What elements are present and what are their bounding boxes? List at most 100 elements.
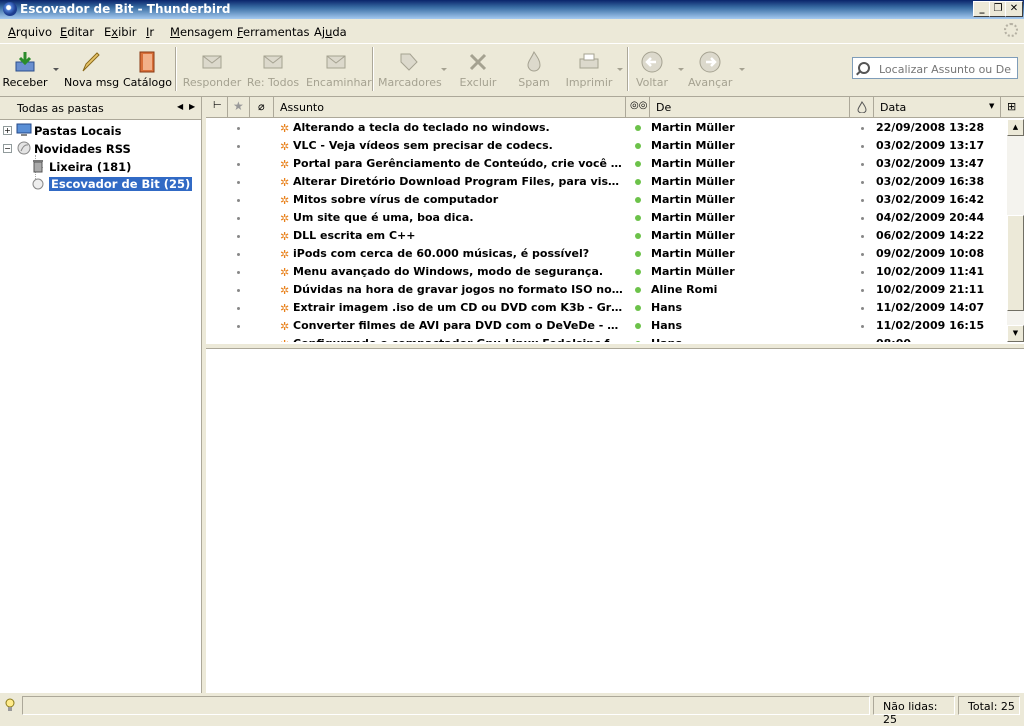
table-row[interactable]: ✲ Dúvidas na hora de gravar jogos no form… <box>206 281 1007 299</box>
rss-item-icon: ✲ <box>280 302 290 315</box>
forward-button[interactable]: Encaminhar <box>306 44 372 94</box>
compose-button[interactable]: Nova msg <box>64 44 119 94</box>
total-count: Total: 25 <box>958 696 1020 715</box>
column-attachment[interactable]: ⌀ <box>250 97 274 118</box>
table-row[interactable]: ✲ DLL escrita em C++ Martin Müller 06/02/20… <box>206 227 1007 245</box>
folder-mode-prev-icon[interactable]: ◀ <box>177 102 183 111</box>
thread-scrollbar[interactable]: ▲ ▼ <box>1007 119 1024 342</box>
column-picker[interactable]: ⊞ <box>1001 97 1024 118</box>
read-status-icon[interactable] <box>237 127 240 130</box>
priority-icon <box>861 145 864 148</box>
read-status-icon[interactable] <box>237 307 240 310</box>
table-row[interactable]: ✲ Alterar Diretório Download Program File… <box>206 173 1007 191</box>
junk-status-dot-icon[interactable] <box>635 251 641 257</box>
read-status-icon[interactable] <box>237 163 240 166</box>
junk-status-dot-icon[interactable] <box>635 197 641 203</box>
table-row[interactable]: ✲ Um site que é uma, boa dica. Martin Müll… <box>206 209 1007 227</box>
receive-icon <box>15 52 35 72</box>
column-star[interactable]: ★ <box>228 97 250 118</box>
reply-all-button[interactable]: Re: Todos <box>245 44 301 94</box>
receive-button[interactable]: Receber <box>2 44 48 94</box>
back-dropdown-icon[interactable] <box>678 68 684 71</box>
forward-nav-dropdown-icon[interactable] <box>739 68 745 71</box>
collapse-icon[interactable]: − <box>3 144 12 153</box>
message-from: Martin Müller <box>651 265 735 278</box>
junk-status-dot-icon[interactable] <box>635 179 641 185</box>
read-status-icon[interactable] <box>237 289 240 292</box>
junk-status-dot-icon[interactable] <box>635 161 641 167</box>
junk-status-dot-icon[interactable] <box>635 233 641 239</box>
tag-button[interactable]: Marcadores <box>378 44 442 94</box>
read-status-icon[interactable] <box>237 271 240 274</box>
junk-status-dot-icon[interactable] <box>635 125 641 131</box>
junk-status-dot-icon[interactable] <box>635 215 641 221</box>
junk-status-dot-icon[interactable] <box>635 341 641 342</box>
receive-dropdown-icon[interactable] <box>53 68 59 71</box>
read-status-icon[interactable] <box>237 217 240 220</box>
message-subject: Mitos sobre vírus de computador <box>293 193 499 206</box>
priority-icon <box>861 127 864 130</box>
message-subject: Configurando o compactador Gnu Linux Fed… <box>293 337 623 342</box>
forward-nav-button[interactable]: Avançar <box>688 44 732 94</box>
table-row[interactable]: ✲ Converter filmes de AVI para DVD com o … <box>206 317 1007 335</box>
reply-button[interactable]: Responder <box>182 44 242 94</box>
search-icon[interactable] <box>858 62 870 74</box>
column-priority[interactable] <box>850 97 874 118</box>
column-thread[interactable]: ⊢ <box>206 97 228 118</box>
menu-ir[interactable]: Ir <box>146 25 154 39</box>
tag-dropdown-icon[interactable] <box>441 68 447 71</box>
junk-status-dot-icon[interactable] <box>635 287 641 293</box>
printer-icon <box>579 53 599 69</box>
menu-ferramentas[interactable]: Ferramentas <box>237 25 310 39</box>
read-status-icon[interactable] <box>237 181 240 184</box>
menu-mensagem[interactable]: Mensagem <box>170 25 233 39</box>
folder-mode-next-icon[interactable]: ▶ <box>189 102 195 111</box>
table-row[interactable]: ✲ Menu avançado do Windows, modo de segur… <box>206 263 1007 281</box>
priority-icon <box>861 307 864 310</box>
junk-button[interactable]: Spam <box>514 44 554 94</box>
read-status-icon[interactable] <box>237 145 240 148</box>
junk-status-dot-icon[interactable] <box>635 323 641 329</box>
message-from: Martin Müller <box>651 211 735 224</box>
back-button[interactable]: Voltar <box>634 44 670 94</box>
column-date[interactable]: Data ▼ <box>874 97 1001 118</box>
print-button[interactable]: Imprimir <box>565 44 613 94</box>
column-from[interactable]: De <box>650 97 850 118</box>
menu-ajuda[interactable]: Ajuda <box>314 25 347 39</box>
table-row[interactable]: ✲ Mitos sobre vírus de computador Martin M… <box>206 191 1007 209</box>
menu-arquivo[interactable]: Arquivo <box>8 25 52 39</box>
table-row[interactable]: ✲ Alterando a tecla do teclado no windows… <box>206 119 1007 137</box>
read-status-icon[interactable] <box>237 235 240 238</box>
junk-status-dot-icon[interactable] <box>635 269 641 275</box>
column-subject[interactable]: Assunto <box>274 97 626 118</box>
read-status-icon[interactable] <box>237 325 240 328</box>
table-row[interactable]: ✲ Configurando o compactador Gnu Linux Fe… <box>206 335 1007 342</box>
read-status-icon[interactable] <box>237 199 240 202</box>
table-row[interactable]: ✲ iPods com cerca de 60.000 músicas, é po… <box>206 245 1007 263</box>
expand-icon[interactable]: + <box>3 126 12 135</box>
scroll-thumb[interactable] <box>1007 215 1024 311</box>
column-junk-status[interactable]: ◎◎ <box>626 97 650 118</box>
close-button[interactable]: ✕ <box>1005 1 1023 17</box>
table-row[interactable]: ✲ Extrair imagem .iso de um CD ou DVD com… <box>206 299 1007 317</box>
read-status-icon[interactable] <box>237 253 240 256</box>
priority-icon <box>861 271 864 274</box>
rss-item-icon: ✲ <box>280 176 290 189</box>
junk-status-dot-icon[interactable] <box>635 143 641 149</box>
print-dropdown-icon[interactable] <box>617 68 623 71</box>
search-box[interactable] <box>852 57 1019 79</box>
table-row[interactable]: ✲ Portal para Gerênciamento de Conteúdo, … <box>206 155 1007 173</box>
table-row[interactable]: ✲ VLC - Veja vídeos sem precisar de codec… <box>206 137 1007 155</box>
junk-status-dot-icon[interactable] <box>635 305 641 311</box>
message-date: 08:00 <box>876 337 911 342</box>
message-date: 10/02/2009 21:11 <box>876 283 985 296</box>
menu-exibir[interactable]: Exibir <box>104 25 137 39</box>
scroll-down-icon[interactable]: ▼ <box>1007 325 1024 342</box>
delete-button[interactable]: Excluir <box>458 44 498 94</box>
search-input[interactable] <box>877 60 1019 78</box>
menu-editar[interactable]: Editar <box>60 25 94 39</box>
scroll-up-icon[interactable]: ▲ <box>1007 119 1024 136</box>
address-book-button[interactable]: Catálogo <box>123 44 172 94</box>
menu-bar: Arquivo Editar Exibir Ir Mensagem Ferram… <box>0 20 1024 42</box>
rss-item-icon: ✲ <box>280 140 290 153</box>
